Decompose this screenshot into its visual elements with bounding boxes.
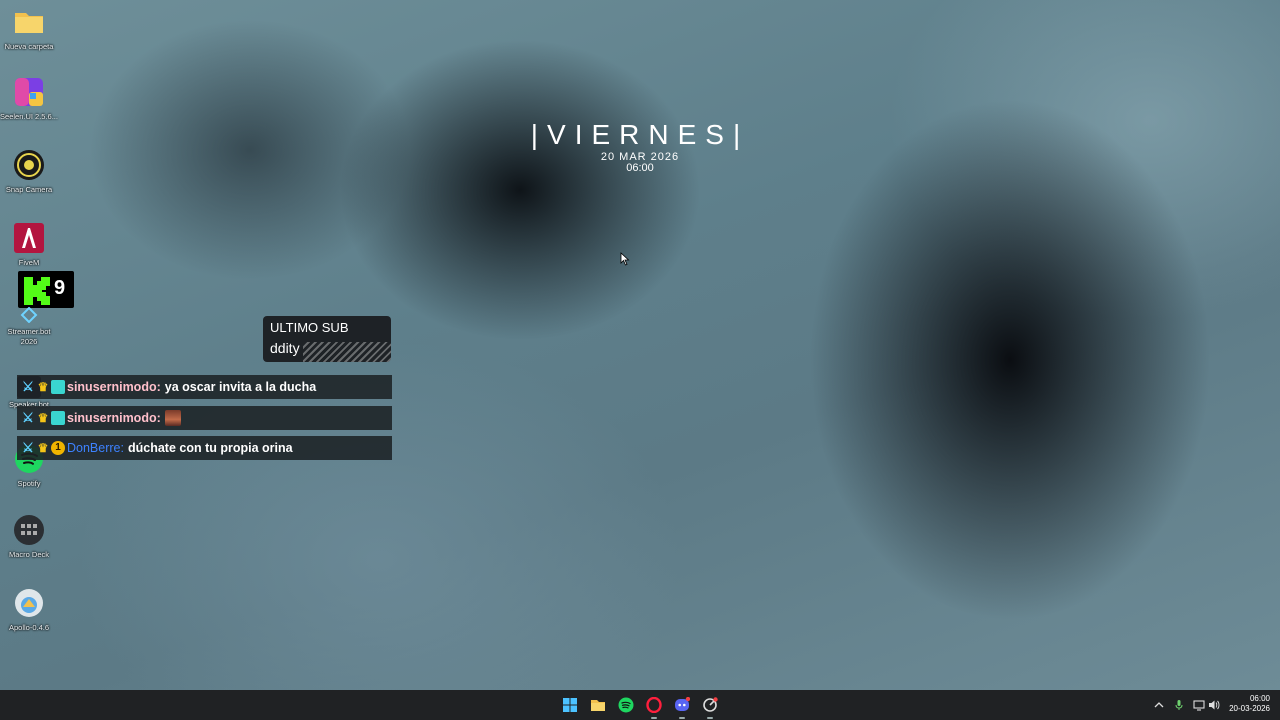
desktop-icon-label: Snap Camera xyxy=(5,185,53,194)
running-indicator xyxy=(707,717,713,719)
moderator-sword-icon: ⚔ xyxy=(22,410,34,425)
desktop-icon-label: Apollo-0.4.6 xyxy=(8,623,50,632)
running-indicator xyxy=(651,717,657,719)
last-sub-title: ULTIMO SUB xyxy=(270,320,349,335)
microphone-icon[interactable] xyxy=(1174,699,1184,711)
chat-username: DonBerre: xyxy=(67,441,124,455)
desktop-icon-label: Spotify xyxy=(17,479,41,488)
streamerbot-icon xyxy=(13,306,45,324)
chat-emote-icon xyxy=(164,410,181,426)
folder-icon xyxy=(13,6,45,38)
snap-camera-icon xyxy=(13,149,45,181)
moderator-sword-icon: ⚔ xyxy=(22,440,34,455)
desktop-icon-label: Macro Deck xyxy=(8,550,49,559)
subscriber-badge-icon xyxy=(51,411,65,425)
macro-deck-icon xyxy=(13,514,45,546)
taskbar-time: 06:00 xyxy=(1249,694,1270,703)
file-explorer-icon[interactable] xyxy=(590,697,606,713)
apollo-icon xyxy=(13,587,45,619)
desktop-icon-label: Seelen.UI 2.5.6... xyxy=(0,112,58,121)
taskbar: 06:00 20-03-2026 xyxy=(0,690,1280,720)
desktop-icon-label: Nueva carpeta xyxy=(4,42,54,51)
desktop-icon-snap-camera[interactable]: Snap Camera xyxy=(0,149,58,195)
chat-text: ya oscar invita a la ducha xyxy=(164,380,317,394)
chat-message: ⚔ ♛ sinusernimodo: ya oscar invita a la … xyxy=(17,375,392,399)
volume-icon[interactable] xyxy=(1208,699,1220,711)
desktop-icon-fivem[interactable]: FiveM xyxy=(0,222,58,268)
chat-username: sinusernimodo: xyxy=(67,380,161,394)
desktop[interactable]: Nueva carpeta Seelen.UI 2.5.6... Snap Ca… xyxy=(0,0,1280,690)
chat-text: dúchate con tu propia orina xyxy=(127,441,293,455)
taskbar-date: 20-03-2026 xyxy=(1229,704,1270,713)
discord-icon[interactable] xyxy=(674,697,690,713)
opera-gx-icon[interactable] xyxy=(646,697,662,713)
taskbar-clock[interactable]: 06:00 20-03-2026 xyxy=(1229,694,1270,714)
mouse-cursor-icon xyxy=(620,252,630,266)
desktop-icon-streamerbot[interactable]: Streamer.bot 2026 xyxy=(0,306,58,347)
chat-message: ⚔ ♛ sinusernimodo: xyxy=(17,406,392,430)
desktop-icon-nueva-carpeta[interactable]: Nueva carpeta xyxy=(0,6,58,52)
crown-icon: ♛ xyxy=(37,411,49,425)
clock-day: |VIERNES| xyxy=(530,119,750,150)
desktop-icon-apollo[interactable]: Apollo-0.4.6 xyxy=(0,587,58,633)
running-indicator xyxy=(679,717,685,719)
desktop-icon-macro-deck[interactable]: Macro Deck xyxy=(0,514,58,560)
subscriber-badge-icon xyxy=(51,380,65,394)
gift-badge-icon: 1 xyxy=(51,441,65,455)
moderator-sword-icon: ⚔ xyxy=(22,379,34,394)
chat-badges: ⚔ ♛ xyxy=(21,411,65,425)
steelseries-icon[interactable] xyxy=(702,697,718,713)
desktop-icon-label: Streamer.bot 2026 xyxy=(7,327,51,346)
kick-icon xyxy=(24,277,50,305)
chat-message: ⚔ ♛ 1 DonBerre: dúchate con tu propia or… xyxy=(17,436,392,460)
clock-widget: |VIERNES| 20 MAR 2026 06:00 xyxy=(480,118,800,174)
checker-decoration xyxy=(303,342,391,362)
desktop-icon-seelen-ui[interactable]: Seelen.UI 2.5.6... xyxy=(0,76,58,122)
last-sub-widget: ULTIMO SUB ddity xyxy=(263,316,391,362)
windows-start-icon[interactable] xyxy=(562,697,578,713)
crown-icon: ♛ xyxy=(37,441,49,455)
desktop-icon-label: FiveM xyxy=(18,258,40,267)
network-icon[interactable] xyxy=(1193,699,1205,711)
fivem-icon xyxy=(13,222,45,254)
last-sub-name: ddity xyxy=(270,340,300,356)
crown-icon: ♛ xyxy=(37,380,49,394)
chat-badges: ⚔ ♛ xyxy=(21,380,65,394)
kick-badge: 9 xyxy=(18,271,74,308)
chevron-up-icon[interactable] xyxy=(1154,701,1164,709)
kick-badge-number: 9 xyxy=(54,277,66,299)
clock-time: 06:00 xyxy=(626,162,654,174)
chat-username: sinusernimodo: xyxy=(67,411,161,425)
spotify-icon[interactable] xyxy=(618,697,634,713)
chat-badges: ⚔ ♛ 1 xyxy=(21,441,65,455)
seelen-ui-icon xyxy=(13,76,45,108)
